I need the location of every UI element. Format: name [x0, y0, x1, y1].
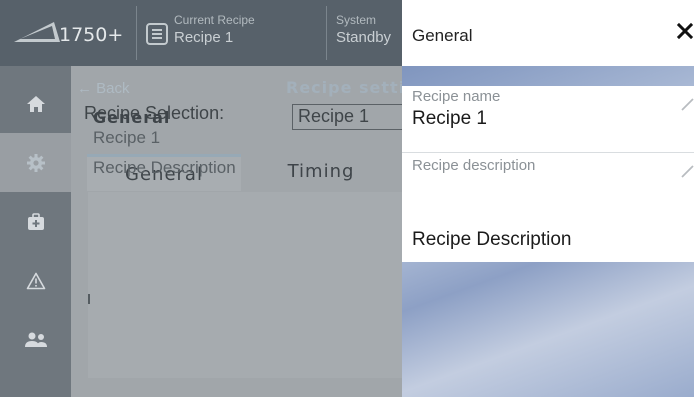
- recipe-name-value: Recipe 1: [412, 108, 487, 129]
- card-recipe-description: Recipe Description: [93, 158, 236, 177]
- close-icon[interactable]: [676, 20, 694, 42]
- sidebar: [0, 66, 71, 397]
- current-recipe-label: Current Recipe: [174, 13, 255, 27]
- logo-icon: [14, 22, 60, 42]
- sidebar-item-alarms[interactable]: [0, 251, 71, 310]
- panel-header: General: [402, 0, 694, 66]
- recipe-description-label: Recipe description: [412, 157, 536, 174]
- recipe-name-label: Recipe name: [412, 88, 501, 105]
- recipe-selection-value: Recipe 1: [298, 106, 370, 126]
- card-title: General: [93, 108, 171, 127]
- document-icon: [146, 23, 168, 45]
- current-recipe-value: Recipe 1: [174, 29, 234, 46]
- model-label: 1750+: [59, 24, 124, 46]
- sidebar-item-settings[interactable]: [0, 133, 71, 192]
- sidebar-item-users[interactable]: [0, 310, 71, 369]
- pencil-icon[interactable]: [680, 98, 694, 112]
- back-link[interactable]: ← Back: [77, 80, 130, 97]
- card-recipe-name: Recipe 1: [93, 128, 161, 147]
- topbar-divider: [136, 6, 137, 60]
- tab-timing[interactable]: Timing: [241, 157, 401, 191]
- edit-panel: General Recipe name Recipe 1 Recipe desc…: [402, 0, 694, 397]
- recipe-description-field[interactable]: Recipe description Recipe Description: [402, 153, 694, 262]
- warning-icon: [26, 272, 45, 289]
- panel-title: General: [412, 26, 473, 45]
- system-status-label: System: [336, 13, 377, 27]
- sidebar-item-toolbox[interactable]: [0, 192, 71, 251]
- pencil-icon[interactable]: [680, 165, 694, 179]
- back-label: Back: [96, 80, 130, 97]
- card-accent: [88, 294, 90, 304]
- panel-form: Recipe name Recipe 1 Recipe description …: [402, 86, 694, 262]
- toolbox-icon: [27, 212, 44, 230]
- general-card[interactable]: [88, 192, 448, 378]
- topbar-divider: [326, 6, 327, 60]
- home-icon: [26, 95, 45, 112]
- recipe-description-value: Recipe Description: [412, 229, 572, 250]
- system-status-value: Standby: [336, 29, 392, 46]
- tab-label: Timing: [287, 161, 355, 182]
- gear-icon: [26, 153, 45, 172]
- sidebar-item-home[interactable]: [0, 74, 71, 133]
- users-icon: [24, 332, 47, 347]
- recipe-name-field[interactable]: Recipe name Recipe 1: [402, 86, 694, 152]
